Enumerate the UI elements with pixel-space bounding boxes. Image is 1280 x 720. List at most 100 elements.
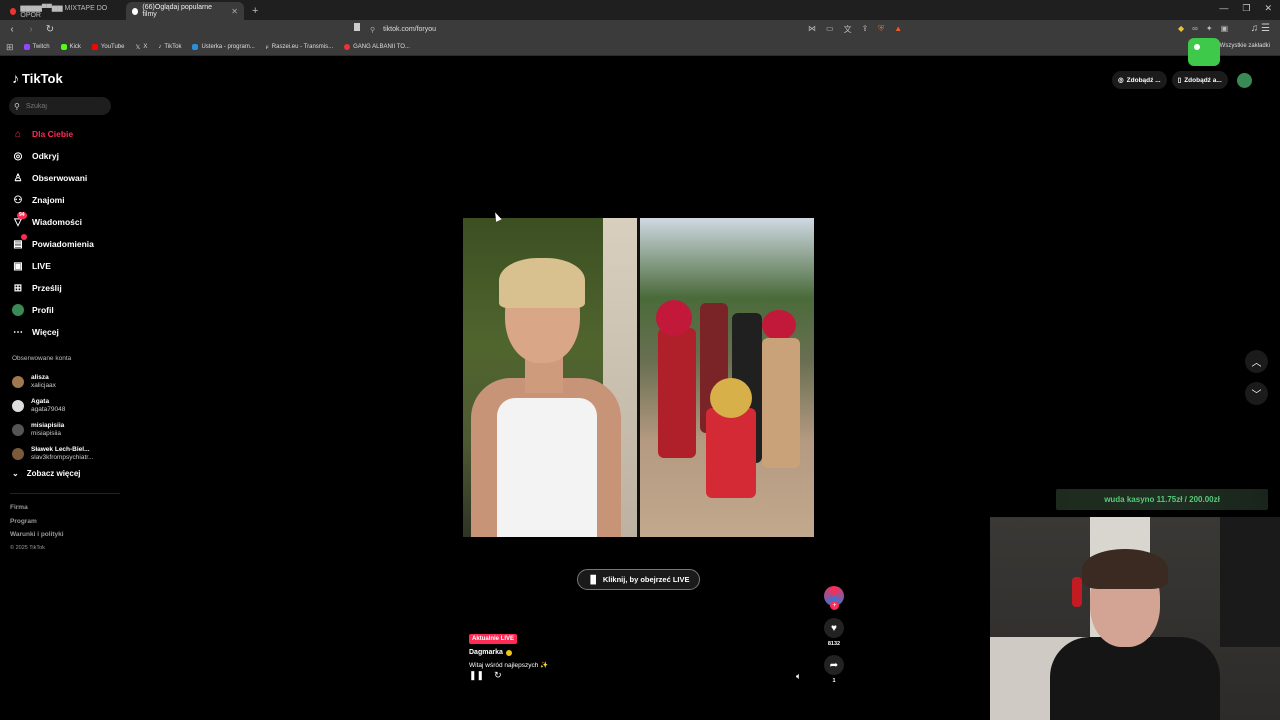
- noise-icon[interactable]: ⋈: [808, 24, 816, 35]
- close-tab-icon[interactable]: ✕: [231, 7, 238, 16]
- bookmark-raszei[interactable]: ꜰ Raszei.eu - Transmis...: [266, 44, 333, 51]
- followed-account[interactable]: aliszа xalicjaax: [12, 370, 122, 394]
- share-icon[interactable]: ⇪: [862, 24, 869, 35]
- like-button[interactable]: ♥: [824, 618, 844, 638]
- bookmark-gang-albanii[interactable]: GANG ALBANII TO...: [344, 44, 410, 50]
- footer-link-firma[interactable]: Firma: [10, 501, 64, 515]
- tiktok-logo[interactable]: ♪ TikTok: [12, 70, 63, 86]
- maximize-icon[interactable]: ❐: [1242, 3, 1250, 14]
- get-coins-button[interactable]: ◎ Zdobądź ...: [1112, 71, 1167, 89]
- avatar: [12, 400, 24, 412]
- forward-icon[interactable]: ›: [24, 24, 38, 35]
- sidebar-item-label: Więcej: [32, 327, 59, 337]
- close-window-icon[interactable]: ✕: [1264, 3, 1272, 14]
- rewards-icon[interactable]: ▲: [894, 24, 902, 35]
- extensions-icon[interactable]: ✦: [1206, 24, 1213, 33]
- vpn-icon[interactable]: ∞: [1192, 24, 1198, 33]
- browser-menu-icon[interactable]: ♫ ☰: [1251, 23, 1270, 34]
- get-app-button[interactable]: ▯ Zdobądź a...: [1171, 71, 1228, 89]
- user-avatar[interactable]: [1236, 72, 1252, 88]
- bookmark-icon[interactable]: [354, 23, 360, 31]
- headphones-icon: [1072, 577, 1082, 607]
- footer-link-terms[interactable]: Warunki i polityki: [10, 528, 64, 542]
- sidebar-item-label: Profil: [32, 305, 54, 315]
- live-stream-left-pane: [463, 218, 637, 537]
- live-stream-right-pane: [640, 218, 814, 537]
- browser-tab-active[interactable]: (66)Oglądaj popularne filmy ✕: [126, 2, 244, 20]
- video-author[interactable]: Dagmarka: [469, 649, 548, 656]
- followed-account[interactable]: Sławek Lech-Biel... slav3kfrompsychiatr..…: [12, 442, 122, 466]
- followed-account[interactable]: misiapisiia misiapisiia: [12, 418, 122, 442]
- scene-dancer-hair: [656, 300, 692, 336]
- volume-icon[interactable]: 🔈︎: [796, 671, 801, 682]
- sidebar-icon[interactable]: ▣: [1221, 24, 1229, 33]
- sidebar-item-przeslij[interactable]: ⊞ Prześlij: [12, 277, 122, 299]
- header-actions: ◎ Zdobądź ... ▯ Zdobądź a...: [1112, 71, 1252, 89]
- bookmark-kick[interactable]: Kick: [60, 44, 81, 50]
- browser-tab[interactable]: ▆▆▆▆▀▀▆▆ MIXTAPE DO OPOR: [4, 2, 126, 20]
- reload-icon[interactable]: ↻: [43, 24, 57, 35]
- minimize-icon[interactable]: —: [1219, 3, 1228, 14]
- messages-badge: 94: [17, 212, 27, 219]
- account-username: misiapisiia: [31, 430, 61, 437]
- scene-dancer-hair: [762, 310, 796, 340]
- window-controls: — ❐ ✕: [1219, 3, 1272, 14]
- new-tab-button[interactable]: +: [244, 2, 266, 20]
- bookmark-youtube[interactable]: YouTube: [91, 44, 125, 50]
- site-info-icon[interactable]: ⚲: [370, 26, 375, 34]
- bookmark-tiktok[interactable]: ♪ TikTok: [158, 44, 181, 50]
- tiktok-icon: ♪: [158, 44, 162, 50]
- sidebar-item-znajomi[interactable]: ⚇ Znajomi: [12, 189, 122, 211]
- coin-emoji-icon: [505, 649, 512, 656]
- sidebar-item-wiadomosci[interactable]: ▽ 94 Wiadomości: [12, 211, 122, 233]
- frog-emote-icon: [1188, 38, 1220, 66]
- see-more-label: Zobacz więcej: [26, 469, 81, 478]
- translate-icon[interactable]: 文: [844, 24, 852, 35]
- account-name: Sławek Lech-Biel...: [31, 446, 90, 453]
- sidebar-item-obserwowani[interactable]: ♙ Obserwowani: [12, 167, 122, 189]
- share-button[interactable]: ➦: [824, 655, 844, 675]
- avatar: [12, 376, 24, 388]
- youtube-favicon-icon: [10, 7, 17, 15]
- followed-account[interactable]: Agata agata79048: [12, 394, 122, 418]
- video-player[interactable]: [463, 218, 814, 537]
- sidebar-item-odkryj[interactable]: ◎ Odkryj: [12, 145, 122, 167]
- sidebar-item-dla-ciebie[interactable]: ⌂ Dla Ciebie: [12, 123, 122, 145]
- brave-shield-icon[interactable]: ⛨: [878, 24, 884, 35]
- see-more-button[interactable]: ⌄ Zobacz więcej: [12, 469, 81, 478]
- donation-goal-text: wuda kasyno 11.75zł / 200.00zł: [1104, 495, 1220, 504]
- sidebar-item-profil[interactable]: Profil: [12, 299, 122, 321]
- scene-streamer-body: [1050, 637, 1220, 720]
- cast-icon[interactable]: ▭: [826, 24, 834, 35]
- search-input[interactable]: [25, 102, 96, 110]
- more-icon: ⋯: [13, 326, 23, 338]
- footer-link-program[interactable]: Program: [10, 515, 64, 529]
- creator-avatar[interactable]: +: [824, 586, 844, 610]
- bookmark-twitch[interactable]: Twitch: [23, 44, 50, 50]
- apps-grid-icon[interactable]: ⊞: [6, 42, 14, 53]
- sidebar-item-live[interactable]: ▣ LIVE: [12, 255, 122, 277]
- sidebar-item-wiecej[interactable]: ⋯ Więcej: [12, 321, 122, 343]
- tab-title: ▆▆▆▆▀▀▆▆ MIXTAPE DO OPOR: [20, 4, 108, 19]
- sidebar-item-powiadomienia[interactable]: ▤ Powiadomienia: [12, 233, 122, 255]
- upload-icon: ⊞: [13, 282, 23, 294]
- account-username: xalicjaax: [31, 382, 56, 389]
- next-video-button[interactable]: ﹀: [1245, 382, 1268, 405]
- bookmark-usterka[interactable]: Usterka - program...: [192, 44, 255, 50]
- follow-plus-icon[interactable]: +: [830, 601, 839, 610]
- pause-icon[interactable]: ❚❚: [469, 670, 484, 681]
- wallet-icon[interactable]: ◆: [1178, 24, 1184, 33]
- watch-live-button[interactable]: ▐▌ Kliknij, by obejrzeć LIVE: [577, 569, 700, 590]
- logo-text: TikTok: [22, 70, 63, 86]
- replay-icon[interactable]: ↻: [494, 670, 502, 681]
- previous-video-button[interactable]: ︿: [1245, 350, 1268, 373]
- sidebar-item-label: Prześlij: [32, 283, 62, 293]
- back-icon[interactable]: ‹: [5, 24, 19, 35]
- address-bar-icons: ⋈ ▭ 文 ⇪ ⛨ ▲: [808, 24, 902, 35]
- search-box[interactable]: ⚲: [9, 97, 111, 115]
- bookmark-label: YouTube: [100, 44, 125, 50]
- bookmark-x[interactable]: 𝕏X: [135, 44, 147, 51]
- all-bookmarks[interactable]: Wszystkie zakładki: [1220, 43, 1270, 49]
- sidebar-footer: Firma Program Warunki i polityki © 2025 …: [10, 501, 64, 555]
- bookmark-label: Raszei.eu - Transmis...: [271, 44, 334, 50]
